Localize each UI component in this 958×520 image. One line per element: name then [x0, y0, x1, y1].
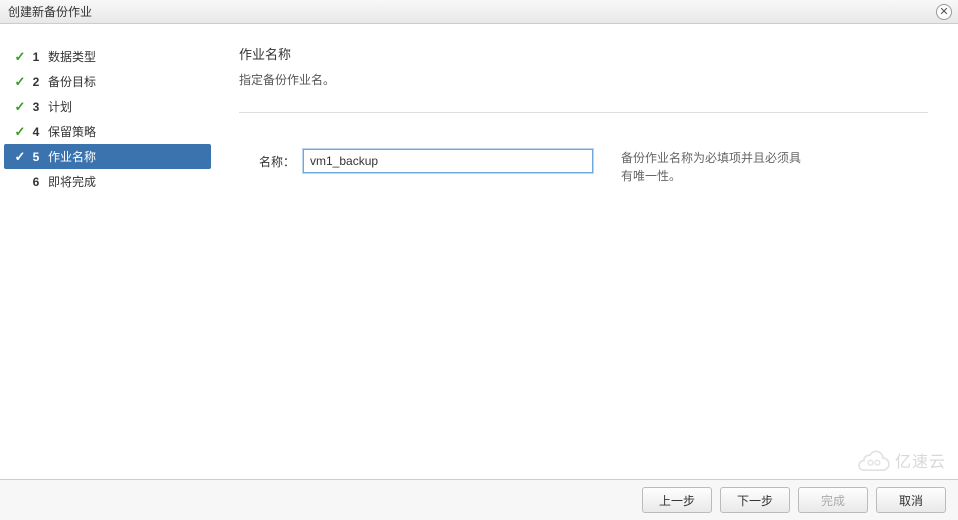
cancel-button[interactable]: 取消	[876, 487, 946, 513]
check-icon: ✓	[12, 49, 28, 65]
wizard-footer: 上一步 下一步 完成 取消	[0, 479, 958, 520]
step-label: 备份目标	[44, 73, 96, 90]
step-number: 1	[28, 50, 44, 64]
step-label: 计划	[44, 98, 72, 115]
step-data-type[interactable]: ✓ 1 数据类型	[4, 44, 211, 69]
titlebar: 创建新备份作业 ✕	[0, 0, 958, 24]
finish-button: 完成	[798, 487, 868, 513]
name-form-row: 名称： 备份作业名称为必填项并且必须具有唯一性。	[239, 149, 928, 185]
check-icon: ✓	[12, 149, 28, 165]
check-icon: ✓	[12, 124, 28, 140]
step-ready-to-complete[interactable]: 6 即将完成	[4, 169, 211, 194]
step-label: 保留策略	[44, 123, 96, 140]
check-icon: ✓	[12, 99, 28, 115]
section-divider	[239, 112, 928, 113]
step-label: 作业名称	[44, 148, 96, 165]
job-name-input[interactable]	[303, 149, 593, 173]
step-schedule[interactable]: ✓ 3 计划	[4, 94, 211, 119]
page-subtitle: 指定备份作业名。	[239, 71, 928, 88]
step-number: 6	[28, 175, 44, 189]
window-title: 创建新备份作业	[8, 3, 92, 20]
wizard-main-panel: 作业名称 指定备份作业名。 名称： 备份作业名称为必填项并且必须具有唯一性。	[215, 24, 958, 479]
step-backup-target[interactable]: ✓ 2 备份目标	[4, 69, 211, 94]
name-field-hint: 备份作业名称为必填项并且必须具有唯一性。	[621, 149, 801, 185]
next-button[interactable]: 下一步	[720, 487, 790, 513]
step-label: 即将完成	[44, 173, 96, 190]
wizard-steps-sidebar: ✓ 1 数据类型 ✓ 2 备份目标 ✓ 3 计划 ✓ 4 保留策略 ✓ 5 作业…	[0, 24, 215, 479]
step-label: 数据类型	[44, 48, 96, 65]
step-job-name[interactable]: ✓ 5 作业名称	[4, 144, 211, 169]
step-number: 5	[28, 150, 44, 164]
close-button[interactable]: ✕	[936, 4, 952, 20]
dialog-body: ✓ 1 数据类型 ✓ 2 备份目标 ✓ 3 计划 ✓ 4 保留策略 ✓ 5 作业…	[0, 24, 958, 479]
step-number: 2	[28, 75, 44, 89]
prev-button[interactable]: 上一步	[642, 487, 712, 513]
page-title: 作业名称	[239, 44, 928, 63]
check-icon: ✓	[12, 74, 28, 90]
close-icon: ✕	[939, 7, 948, 18]
step-number: 3	[28, 100, 44, 114]
name-field-label: 名称：	[239, 149, 295, 170]
step-number: 4	[28, 125, 44, 139]
step-retention-policy[interactable]: ✓ 4 保留策略	[4, 119, 211, 144]
